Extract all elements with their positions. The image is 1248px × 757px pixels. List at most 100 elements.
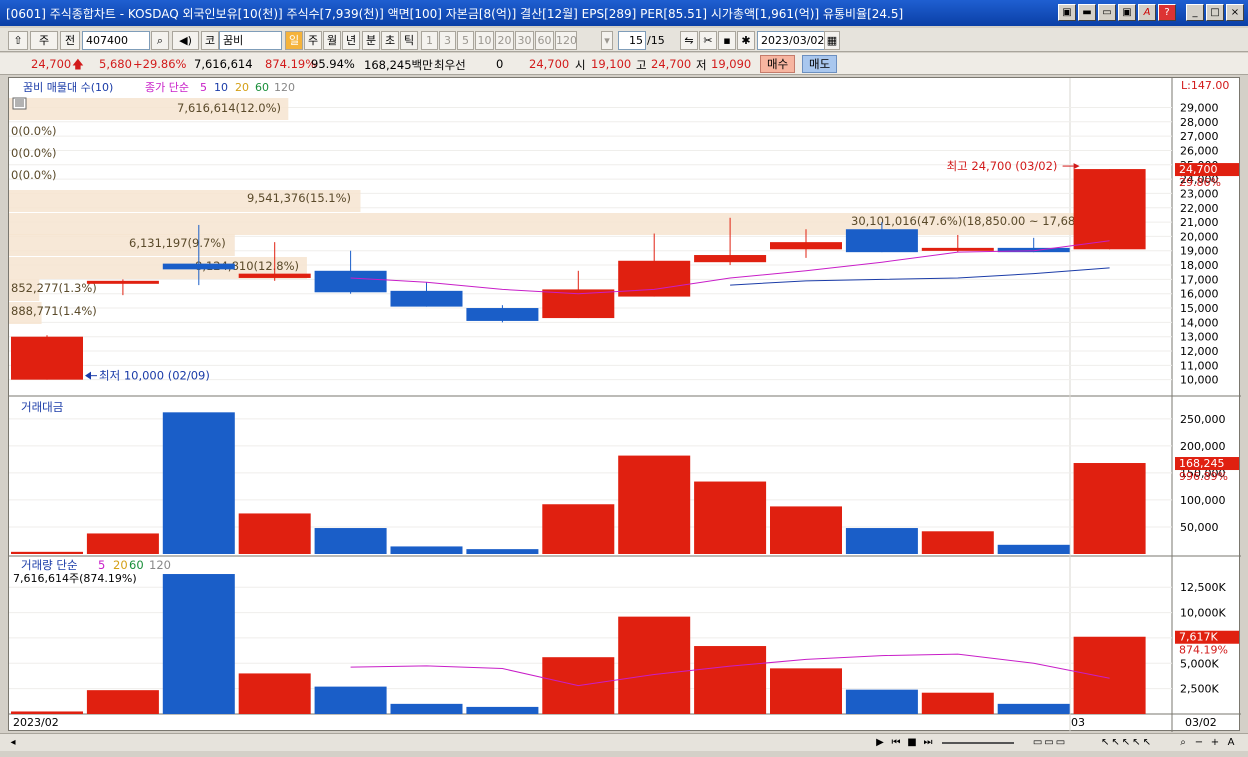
candle-body (314, 270, 387, 293)
close-button[interactable]: × (1226, 4, 1244, 21)
screen-icon[interactable]: ▣ (1118, 4, 1136, 21)
settings-icon[interactable]: ✱ (737, 31, 755, 50)
window-titlebar: [0601] 주식종합차트 - KOSDAQ 외국인보유[10(천)] 주식수[… (0, 0, 1248, 26)
amount-bar (770, 506, 842, 554)
price-tick-label: 17,000 (1180, 273, 1219, 286)
font-icon[interactable]: A (1138, 4, 1156, 21)
stock-code-input[interactable]: 407400 (82, 31, 150, 50)
save-icon[interactable]: ▪ (718, 31, 736, 50)
buy-button[interactable]: 매수 (760, 55, 796, 73)
lock-icon[interactable]: ⇧ (8, 31, 28, 50)
amount-tick-label: 50,000 (1180, 521, 1219, 534)
candle-body (86, 280, 159, 284)
scroll-left-icon[interactable]: ◂ (6, 736, 20, 750)
volume-bar (11, 711, 83, 714)
period-tab-second[interactable]: 초 (381, 31, 399, 50)
chart-tools-icon[interactable]: ⇋ (680, 31, 698, 50)
calendar-icon[interactable]: ▦ (824, 31, 840, 50)
amount-tick-label: 100,000 (1180, 494, 1226, 507)
price-panel-title: 꿈비 매물대 수(10) (23, 81, 113, 94)
amount-tick-label: 200,000 (1180, 440, 1226, 453)
stock-chart-canvas[interactable]: 7,616,614(12.0%) 0(0.0%) 0(0.0%) 0(0.0%) 9,5… (9, 78, 1241, 732)
scale-note: L:147.00 (1181, 79, 1229, 92)
volume-ma-5: 5 (98, 558, 105, 572)
candle-body (694, 255, 767, 263)
volume-bar (845, 689, 918, 714)
high-price: 24,700 (651, 57, 692, 71)
maximize-button[interactable]: □ (1206, 4, 1224, 21)
trade-amount: 168,245백만 (364, 58, 433, 72)
font-size-icon[interactable]: A (1224, 736, 1238, 750)
amount-bar (542, 504, 615, 554)
first-icon[interactable]: ⏮ (889, 736, 903, 750)
volume-ma-20: 20 (113, 558, 128, 572)
trade-amount-bars (11, 412, 1146, 554)
candle-body (1073, 169, 1146, 250)
period-tab-tick[interactable]: 틱 (400, 31, 418, 50)
interval-dropdown[interactable]: ▾ (601, 31, 613, 50)
layout-icon-bar[interactable]: ▭▭▭ (1020, 736, 1080, 750)
date-input[interactable]: 2023/03/02 (757, 31, 825, 50)
sell-button[interactable]: 매도 (802, 55, 838, 73)
interval-30[interactable]: 30 (515, 31, 534, 50)
layout-icon[interactable]: ▬ (1078, 4, 1096, 21)
stop-icon[interactable]: ■ (905, 736, 919, 750)
price-tick-label: 29,000 (1180, 101, 1219, 114)
interval-1[interactable]: 1 (421, 31, 438, 50)
amount-bar (466, 549, 539, 554)
scissors-icon[interactable]: ✂ (699, 31, 717, 50)
chart-scrollbar[interactable]: ◂ ▶ ⏮ ■ ⏭ ▭▭▭ ↖↖↖↖↖ ⌕ − + A (0, 733, 1248, 751)
interval-120[interactable]: 120 (555, 31, 577, 50)
market-select[interactable]: 주 (30, 31, 58, 50)
interval-5[interactable]: 5 (457, 31, 474, 50)
zoom-out-icon[interactable]: ⌕ (1176, 736, 1190, 750)
period-tab-minute[interactable]: 분 (362, 31, 380, 50)
interval-60[interactable]: 60 (535, 31, 554, 50)
period-tab-day[interactable]: 일 (285, 31, 303, 50)
link-icon[interactable]: ▣ (1058, 4, 1076, 21)
period-tab-week[interactable]: 주 (304, 31, 322, 50)
volume-bar (770, 668, 842, 714)
last-icon[interactable]: ⏭ (921, 736, 935, 750)
amount-bar (314, 528, 387, 554)
zoom-slider[interactable] (942, 736, 1014, 744)
minus-icon[interactable]: − (1192, 736, 1206, 750)
volume-profile-label: 9,541,376(15.1%) (247, 191, 351, 205)
draw-tools-icon[interactable]: ↖↖↖↖↖ (1082, 736, 1172, 750)
price-tag-pct: 29.86% (1179, 176, 1221, 189)
count-input[interactable]: 15 (618, 31, 646, 50)
amount-bar (997, 544, 1070, 554)
search-icon[interactable]: ⌕ (151, 31, 169, 50)
volume-profile-label: 0(0.0%) (11, 124, 57, 138)
interval-20[interactable]: 20 (495, 31, 514, 50)
period-tab-year[interactable]: 년 (342, 31, 360, 50)
help-icon[interactable]: ? (1158, 4, 1176, 21)
volume-ma-120: 120 (149, 558, 171, 572)
volume-bar (238, 673, 311, 714)
price-tick-label: 26,000 (1180, 144, 1219, 157)
amount-bar (845, 528, 918, 554)
volume-profile-label: 6,131,197(9.7%) (129, 236, 226, 250)
volume-profile-label: 888,771(1.4%) (11, 304, 97, 318)
speaker-icon[interactable]: ◀) (172, 31, 199, 50)
interval-3[interactable]: 3 (439, 31, 456, 50)
chart-area[interactable]: 7,616,614(12.0%) 0(0.0%) 0(0.0%) 0(0.0%) 9,5… (8, 77, 1241, 732)
volume-panel-title: 거래량 단순 (21, 558, 78, 572)
minimize-button[interactable]: _ (1186, 4, 1204, 21)
price-tick-label: 15,000 (1180, 302, 1219, 315)
price-tick-label: 27,000 (1180, 130, 1219, 143)
plus-icon[interactable]: + (1208, 736, 1222, 750)
interval-10[interactable]: 10 (475, 31, 494, 50)
price-tick-label: 18,000 (1180, 259, 1219, 272)
window-icon[interactable]: ▭ (1098, 4, 1116, 21)
price-tick-label: 16,000 (1180, 288, 1219, 301)
market-mode-select[interactable]: 전 (60, 31, 80, 50)
volume-tag-pct: 874.19% (1179, 644, 1228, 657)
current-price: 24,700 (31, 57, 72, 71)
x-axis-start: 2023/02 (13, 716, 59, 729)
stock-name-field[interactable]: 꿈비 (219, 31, 282, 50)
play-icon[interactable]: ▶ (873, 736, 887, 750)
pref-label: 최우선 (434, 58, 466, 72)
period-tab-month[interactable]: 월 (323, 31, 341, 50)
volume-ratio: 874.19% (265, 57, 317, 71)
